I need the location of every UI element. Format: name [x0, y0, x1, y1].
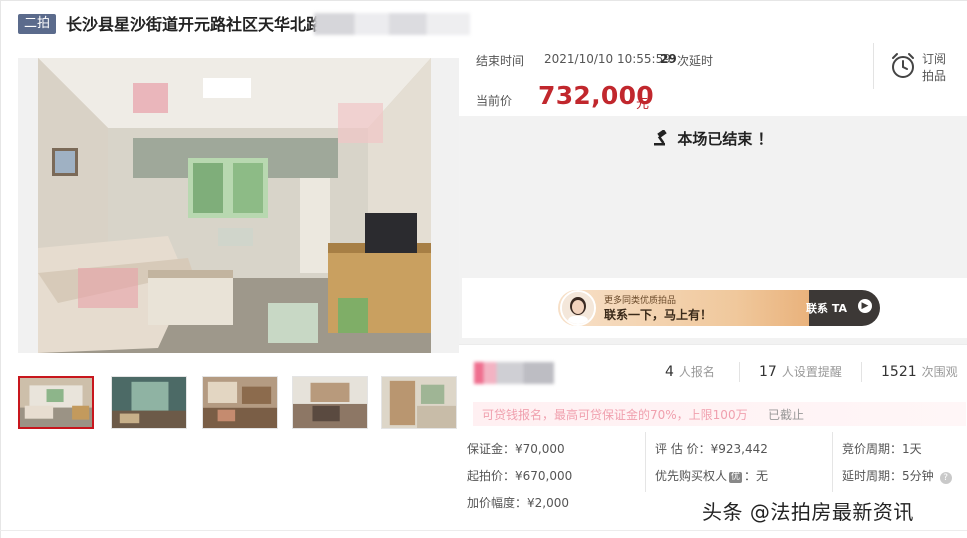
reminders-label: 人设置提醒: [781, 365, 842, 379]
title-redaction-blur: [314, 13, 470, 35]
auction-round-tag: 二拍: [18, 14, 56, 34]
thumbnail-2[interactable]: [111, 376, 187, 429]
priority-buyer: 优先购买权人优：无: [655, 467, 768, 484]
redacted-name-blur: [474, 362, 554, 384]
living-room-photo: [38, 58, 431, 353]
agent-avatar: [560, 290, 596, 326]
deposit: 保证金：¥70,000: [467, 442, 565, 456]
alarm-clock-icon: [890, 52, 916, 84]
bidding-cycle: 竞价周期：1天: [842, 442, 922, 456]
extension-count: 29: [660, 52, 677, 66]
starting-price: 起拍价：¥670,000: [467, 469, 573, 483]
stat-reminders: 17 人设置提醒: [759, 363, 842, 380]
promo-banner[interactable]: [462, 278, 967, 338]
current-price-label: 当前价: [476, 94, 513, 108]
thumbnail-4[interactable]: [292, 376, 368, 429]
thumbnail-5[interactable]: [381, 376, 457, 429]
stat-views: 1521 次围观: [881, 363, 958, 380]
bid-increment: 加价幅度：¥2,000: [467, 496, 569, 510]
subscribe-divider: [873, 43, 874, 89]
priority-buyer-label: 优先购买权人: [655, 469, 728, 483]
watermark-text: 头条 @法拍房最新资讯: [702, 500, 914, 524]
registered-count: 4: [665, 364, 674, 380]
end-time-label: 结束时间: [476, 54, 525, 68]
stat-separator: [739, 362, 740, 382]
views-count: 1521: [881, 364, 917, 380]
thumbnail-1[interactable]: [18, 376, 94, 429]
views-label: 次围观: [921, 365, 958, 379]
stats-divider: [459, 344, 967, 345]
detail-separator: [645, 432, 646, 492]
main-photo[interactable]: [18, 58, 459, 353]
thumbnail-3[interactable]: [202, 376, 278, 429]
reminders-count: 17: [759, 364, 777, 380]
loan-notice-status: 已截止: [768, 408, 805, 422]
auction-ended-message: 本场已结束 ！: [459, 128, 967, 150]
stat-separator: [861, 362, 862, 382]
gavel-icon: [653, 129, 671, 150]
priority-buyer-value: ：无: [744, 469, 769, 483]
listing-title: 长沙县星沙街道开元路社区天华北路: [66, 15, 323, 34]
extension-cycle-text: 延时周期：5分钟: [842, 469, 934, 483]
play-arrow-icon: ▶: [858, 299, 872, 313]
promo-line2: 联系一下，马上有！: [604, 308, 713, 322]
extension-label: 次延时: [677, 54, 714, 68]
subscribe-label-line1: 订阅: [922, 52, 947, 66]
contact-ta-button[interactable]: 联系 TA: [806, 300, 847, 316]
subscribe-button[interactable]: 订阅 拍品: [890, 50, 950, 84]
priority-badge-icon: 优: [729, 472, 743, 483]
appraisal-price: 评 估 价：¥923,442: [655, 442, 768, 456]
promo-line1: 更多同类优质拍品: [604, 296, 677, 306]
ended-message-text: 本场已结束 ！: [677, 130, 773, 148]
end-time-value: 2021/10/10 10:55:59: [544, 52, 671, 66]
registered-label: 人报名: [678, 365, 715, 379]
subscribe-label-line2: 拍品: [922, 69, 947, 83]
help-question-icon[interactable]: ?: [939, 472, 952, 484]
loan-notice-text[interactable]: 可贷钱报名，最高可贷保证金的70%，上限100万: [482, 406, 748, 423]
stat-registered: 4 人报名: [665, 363, 715, 380]
thumbnail-strip: [18, 376, 458, 432]
detail-separator: [832, 432, 833, 492]
currency-unit: 元: [636, 97, 650, 112]
extension-cycle: 延时周期：5分钟?: [842, 467, 952, 484]
